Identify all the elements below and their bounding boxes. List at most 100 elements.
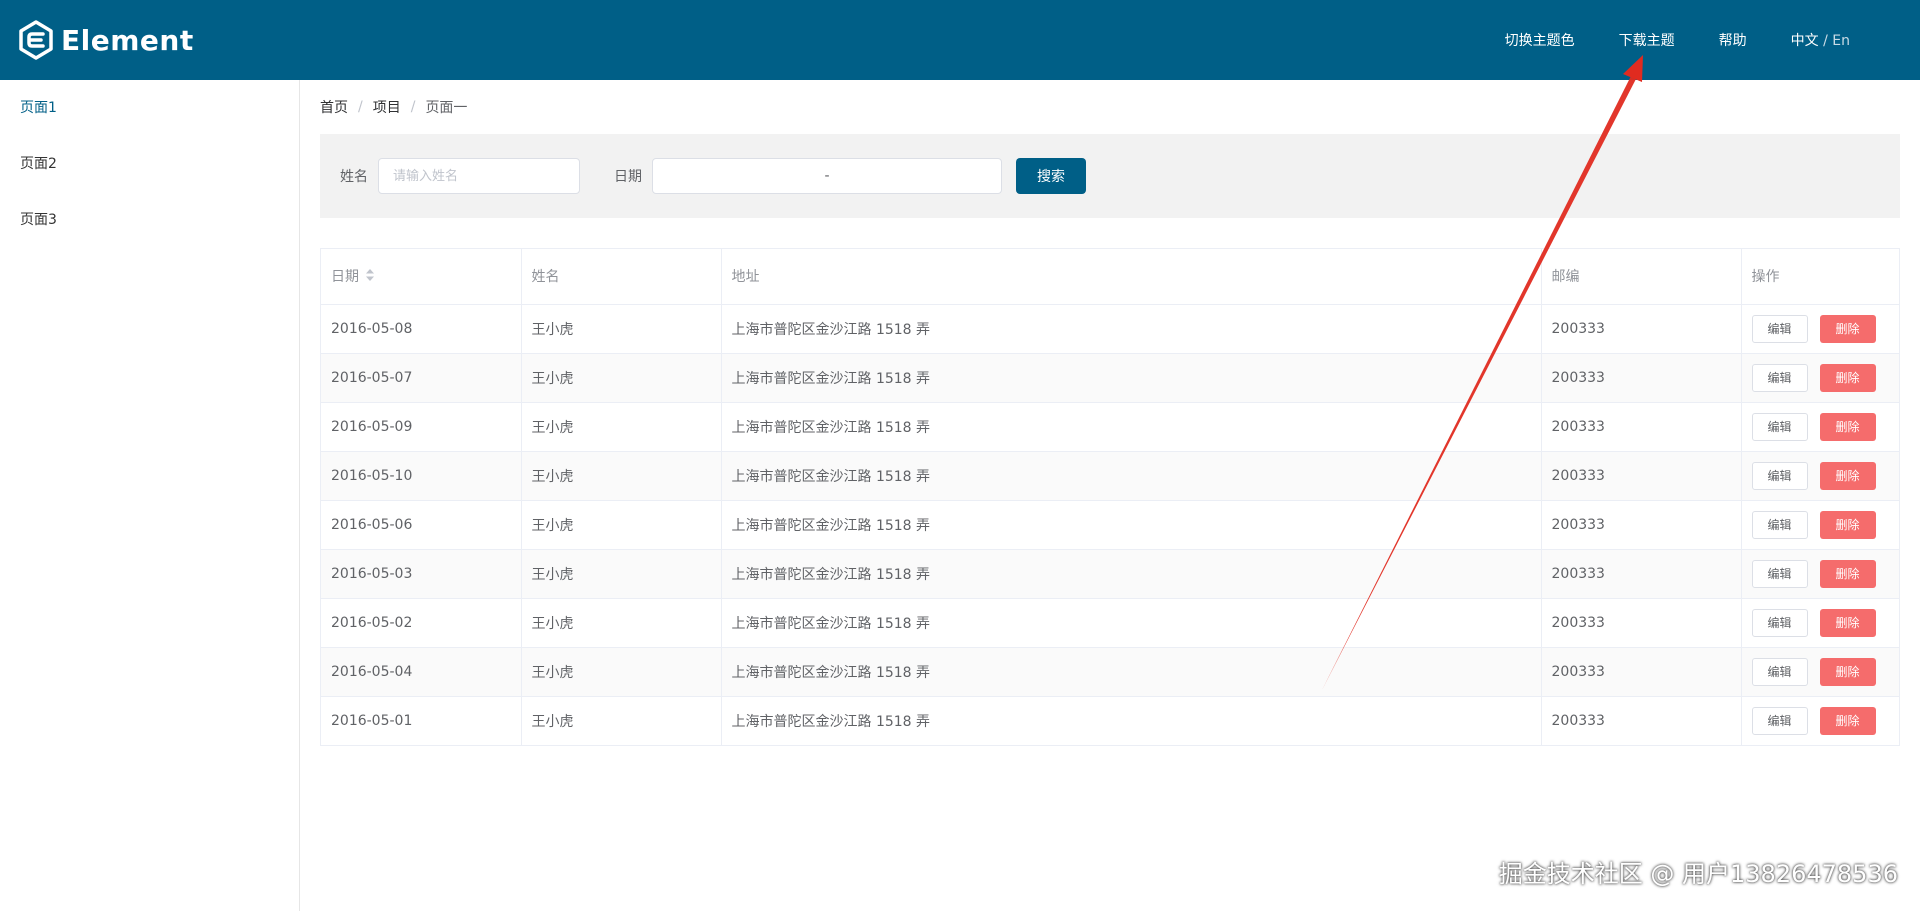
table-header-row: 日期 姓名 地址 邮编 操作 — [321, 249, 1899, 305]
table-row: 2016-05-03 王小虎 上海市普陀区金沙江路 1518 弄 200333 编辑 删除 — [321, 549, 1899, 599]
cell-actions: 编辑 删除 — [1741, 353, 1899, 403]
cell-date: 2016-05-04 — [321, 647, 522, 697]
date-range-separator: - — [824, 168, 830, 184]
edit-button[interactable]: 编辑 — [1751, 608, 1808, 637]
column-header-date-label: 日期 — [331, 269, 359, 286]
edit-button[interactable]: 编辑 — [1751, 559, 1808, 588]
column-header-zip: 邮编 — [1541, 249, 1742, 305]
cell-address: 上海市普陀区金沙江路 1518 弄 — [721, 598, 1542, 648]
cell-address: 上海市普陀区金沙江路 1518 弄 — [721, 696, 1542, 746]
cell-actions: 编辑 删除 — [1741, 402, 1899, 452]
search-form: 姓名 日期 - 搜索 — [320, 134, 1900, 218]
delete-button[interactable]: 删除 — [1819, 608, 1876, 637]
sidebar-item-page2[interactable]: 页面2 — [0, 136, 299, 192]
column-header-address: 地址 — [721, 249, 1542, 305]
table-row: 2016-05-10 王小虎 上海市普陀区金沙江路 1518 弄 200333 编辑 删除 — [321, 451, 1899, 501]
date-range-picker[interactable]: - — [652, 158, 1002, 194]
logo[interactable]: Element — [19, 20, 194, 60]
cell-name: 王小虎 — [521, 353, 722, 403]
nav-download-theme[interactable]: 下载主题 — [1619, 30, 1675, 50]
breadcrumb-separator: / — [410, 99, 416, 115]
sort-caret-icon[interactable] — [365, 268, 375, 286]
sidebar-item-page1[interactable]: 页面1 — [0, 80, 299, 136]
cell-name: 王小虎 — [521, 598, 722, 648]
cell-zip: 200333 — [1541, 353, 1742, 403]
delete-button[interactable]: 删除 — [1819, 314, 1876, 343]
breadcrumb-project[interactable]: 项目 — [373, 97, 401, 117]
cell-name: 王小虎 — [521, 451, 722, 501]
cell-address: 上海市普陀区金沙江路 1518 弄 — [721, 647, 1542, 697]
cell-zip: 200333 — [1541, 451, 1742, 501]
sidebar: 页面1 页面2 页面3 — [0, 80, 300, 911]
cell-address: 上海市普陀区金沙江路 1518 弄 — [721, 549, 1542, 599]
cell-actions: 编辑 删除 — [1741, 696, 1899, 746]
lang-zh[interactable]: 中文 — [1791, 33, 1819, 49]
breadcrumb-home[interactable]: 首页 — [320, 97, 348, 117]
cell-zip: 200333 — [1541, 304, 1742, 354]
data-table: 日期 姓名 地址 邮编 操作 2016-05-08 王小虎 上海市普陀区金沙江路 1… — [320, 248, 1900, 746]
delete-button[interactable]: 删除 — [1819, 510, 1876, 539]
column-header-name: 姓名 — [521, 249, 722, 305]
cell-actions: 编辑 删除 — [1741, 598, 1899, 648]
table-row: 2016-05-09 王小虎 上海市普陀区金沙江路 1518 弄 200333 编辑 删除 — [321, 402, 1899, 452]
cell-zip: 200333 — [1541, 549, 1742, 599]
edit-button[interactable]: 编辑 — [1751, 314, 1808, 343]
cell-date: 2016-05-06 — [321, 500, 522, 550]
delete-button[interactable]: 删除 — [1819, 412, 1876, 441]
cell-zip: 200333 — [1541, 647, 1742, 697]
delete-button[interactable]: 删除 — [1819, 363, 1876, 392]
table-row: 2016-05-02 王小虎 上海市普陀区金沙江路 1518 弄 200333 编辑 删除 — [321, 598, 1899, 648]
delete-button[interactable]: 删除 — [1819, 657, 1876, 686]
column-header-actions: 操作 — [1741, 249, 1899, 305]
nav-switch-theme-color[interactable]: 切换主题色 — [1505, 30, 1575, 50]
nav-help[interactable]: 帮助 — [1719, 30, 1747, 50]
cell-date: 2016-05-09 — [321, 402, 522, 452]
table-row: 2016-05-07 王小虎 上海市普陀区金沙江路 1518 弄 200333 编辑 删除 — [321, 353, 1899, 403]
table-row: 2016-05-01 王小虎 上海市普陀区金沙江路 1518 弄 200333 编辑 删除 — [321, 696, 1899, 746]
name-input[interactable] — [378, 158, 580, 194]
breadcrumb-separator: / — [358, 99, 363, 115]
cell-actions: 编辑 删除 — [1741, 451, 1899, 501]
cell-name: 王小虎 — [521, 647, 722, 697]
cell-address: 上海市普陀区金沙江路 1518 弄 — [721, 451, 1542, 501]
edit-button[interactable]: 编辑 — [1751, 461, 1808, 490]
table-row: 2016-05-08 王小虎 上海市普陀区金沙江路 1518 弄 200333 编辑 删除 — [321, 304, 1899, 354]
cell-actions: 编辑 删除 — [1741, 304, 1899, 354]
edit-button[interactable]: 编辑 — [1751, 363, 1808, 392]
lang-separator: / — [1818, 33, 1833, 49]
cell-date: 2016-05-08 — [321, 304, 522, 354]
delete-button[interactable]: 删除 — [1819, 461, 1876, 490]
cell-actions: 编辑 删除 — [1741, 500, 1899, 550]
delete-button[interactable]: 删除 — [1819, 706, 1876, 735]
lang-en[interactable]: En — [1832, 33, 1850, 49]
table-row: 2016-05-06 王小虎 上海市普陀区金沙江路 1518 弄 200333 编辑 删除 — [321, 500, 1899, 550]
breadcrumb: 首页 / 项目 / 页面一 — [320, 80, 1900, 134]
name-label: 姓名 — [340, 169, 368, 185]
top-nav: 切换主题色 下载主题 帮助 中文 / En — [1461, 0, 1850, 80]
edit-button[interactable]: 编辑 — [1751, 657, 1808, 686]
edit-button[interactable]: 编辑 — [1751, 706, 1808, 735]
cell-date: 2016-05-07 — [321, 353, 522, 403]
edit-button[interactable]: 编辑 — [1751, 510, 1808, 539]
breadcrumb-current: 页面一 — [425, 100, 468, 116]
delete-button[interactable]: 删除 — [1819, 559, 1876, 588]
cell-name: 王小虎 — [521, 304, 722, 354]
cell-zip: 200333 — [1541, 696, 1742, 746]
cell-zip: 200333 — [1541, 598, 1742, 648]
watermark: 掘金技术社区 @ 用户13826478536 — [1498, 860, 1898, 888]
logo-text: Element — [61, 23, 194, 57]
cell-name: 王小虎 — [521, 402, 722, 452]
cell-date: 2016-05-02 — [321, 598, 522, 648]
language-switch[interactable]: 中文 / En — [1791, 30, 1850, 50]
edit-button[interactable]: 编辑 — [1751, 412, 1808, 441]
cell-address: 上海市普陀区金沙江路 1518 弄 — [721, 500, 1542, 550]
date-group: 日期 - — [614, 158, 1002, 194]
cell-address: 上海市普陀区金沙江路 1518 弄 — [721, 402, 1542, 452]
main-content: 首页 / 项目 / 页面一 姓名 日期 - 搜索 日期 — [320, 80, 1900, 746]
table-row: 2016-05-04 王小虎 上海市普陀区金沙江路 1518 弄 200333 编辑 删除 — [321, 647, 1899, 697]
column-header-date[interactable]: 日期 — [321, 249, 522, 305]
date-label: 日期 — [614, 169, 642, 185]
cell-actions: 编辑 删除 — [1741, 647, 1899, 697]
sidebar-item-page3[interactable]: 页面3 — [0, 192, 299, 248]
search-button[interactable]: 搜索 — [1016, 158, 1086, 194]
